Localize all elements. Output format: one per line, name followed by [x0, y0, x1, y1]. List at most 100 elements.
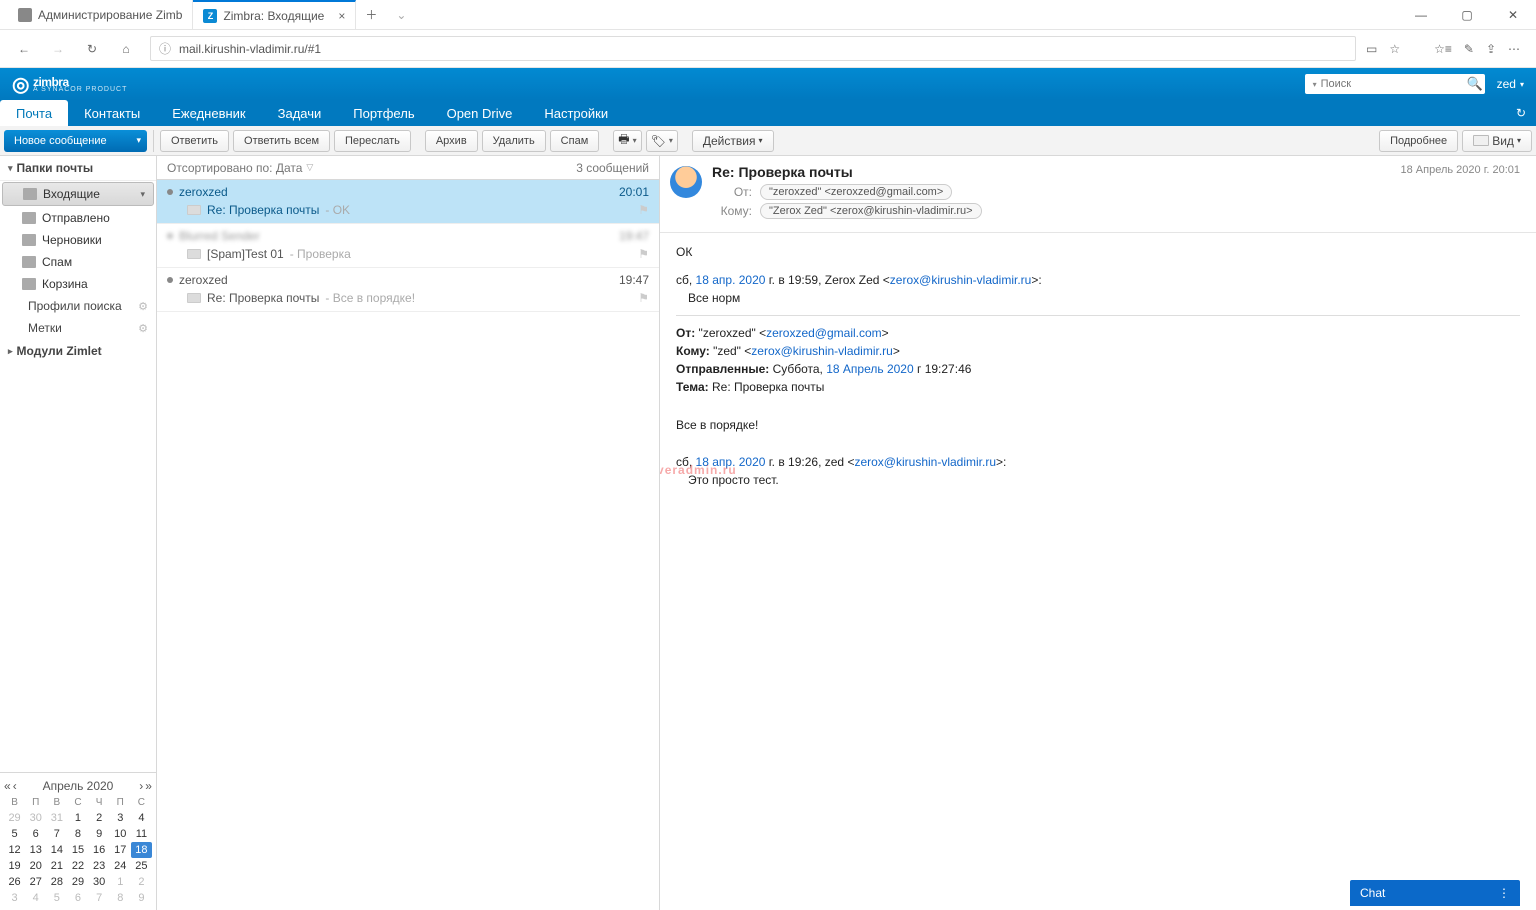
delete-button[interactable]: Удалить [482, 130, 546, 152]
tab-contacts[interactable]: Контакты [68, 100, 156, 126]
spam-button[interactable]: Спам [550, 130, 600, 152]
cal-day[interactable]: 4 [25, 890, 46, 906]
reply-button[interactable]: Ответить [160, 130, 229, 152]
message-item[interactable]: zeroxzed19:47Re: Проверка почты - Все в … [157, 268, 659, 312]
flag-icon[interactable]: ⚑ [638, 291, 649, 305]
folder-Черновики[interactable]: Черновики [0, 229, 156, 251]
share-icon[interactable]: ⇪ [1486, 42, 1496, 56]
search-input[interactable] [1321, 78, 1463, 90]
folder-Корзина[interactable]: Корзина [0, 273, 156, 295]
cal-day[interactable]: 26 [4, 874, 25, 890]
cal-day[interactable]: 8 [110, 890, 131, 906]
forward-button[interactable]: Переслать [334, 130, 411, 152]
actions-menu[interactable]: Действия ▾ [692, 130, 774, 152]
cal-day[interactable]: 10 [110, 826, 131, 842]
flag-icon[interactable]: ⚑ [638, 247, 649, 261]
notes-icon[interactable]: ✎ [1464, 42, 1474, 56]
browser-tab-zimbra[interactable]: Z Zimbra: Входящие × [193, 0, 356, 29]
cal-day[interactable]: 2 [131, 874, 152, 890]
cal-day[interactable]: 11 [131, 826, 152, 842]
cal-day[interactable]: 31 [46, 810, 67, 826]
cal-day[interactable]: 24 [110, 858, 131, 874]
cal-day[interactable]: 18 [131, 842, 152, 858]
zimlets-header[interactable]: ▸Модули Zimlet [0, 339, 156, 363]
cal-day[interactable]: 5 [4, 826, 25, 842]
app-refresh-icon[interactable]: ↻ [1506, 100, 1536, 126]
window-minimize[interactable]: — [1398, 0, 1444, 29]
folder-Спам[interactable]: Спам [0, 251, 156, 273]
cal-day[interactable]: 4 [131, 810, 152, 826]
cal-day[interactable]: 8 [67, 826, 88, 842]
folder-Входящие[interactable]: Входящие▾ [2, 182, 154, 206]
print-menu[interactable]: 🖶▾ [613, 130, 641, 152]
folders-header[interactable]: ▾Папки почты [0, 156, 156, 181]
nav-forward-icon[interactable]: → [48, 42, 68, 56]
cal-day[interactable]: 25 [131, 858, 152, 874]
cal-day[interactable]: 5 [46, 890, 67, 906]
search-profiles[interactable]: Профили поиска⚙ [0, 295, 156, 317]
cal-day[interactable]: 3 [4, 890, 25, 906]
tab-calendar[interactable]: Ежедневник [156, 100, 261, 126]
cal-day[interactable]: 7 [46, 826, 67, 842]
favorites-hub-icon[interactable]: ☆≡ [1434, 42, 1452, 56]
user-menu[interactable]: zed ▾ [1497, 77, 1524, 91]
nav-refresh-icon[interactable]: ↻ [82, 42, 102, 56]
cal-day[interactable]: 28 [46, 874, 67, 890]
tab-mail[interactable]: Почта [0, 100, 68, 126]
site-info-icon[interactable]: ⓘ [159, 40, 171, 57]
cal-day[interactable]: 29 [4, 810, 25, 826]
nav-home-icon[interactable]: ⌂ [116, 42, 136, 56]
to-pill[interactable]: "Zerox Zed" <zerox@kirushin-vladimir.ru> [760, 203, 982, 219]
cal-day[interactable]: 9 [89, 826, 110, 842]
tab-chevron-icon[interactable]: ⌄ [386, 0, 416, 29]
tag-menu[interactable]: 🏷▾ [646, 130, 678, 152]
details-button[interactable]: Подробнее [1379, 130, 1458, 152]
cal-day[interactable]: 3 [110, 810, 131, 826]
cal-day[interactable]: 21 [46, 858, 67, 874]
nav-back-icon[interactable]: ← [14, 42, 34, 56]
favorite-icon[interactable]: ☆ [1389, 42, 1400, 56]
window-close[interactable]: ✕ [1490, 0, 1536, 29]
cal-next-year[interactable]: » [145, 779, 152, 793]
from-pill[interactable]: "zeroxzed" <zeroxzed@gmail.com> [760, 184, 952, 200]
cal-day[interactable]: 1 [67, 810, 88, 826]
url-field[interactable]: ⓘ mail.kirushin-vladimir.ru/#1 [150, 36, 1356, 61]
chat-menu-icon[interactable]: ⋮ [1498, 886, 1510, 900]
cal-day[interactable]: 9 [131, 890, 152, 906]
cal-day[interactable]: 17 [110, 842, 131, 858]
window-maximize[interactable]: ▢ [1444, 0, 1490, 29]
cal-day[interactable]: 30 [25, 810, 46, 826]
reading-view-icon[interactable]: ▭ [1366, 42, 1377, 56]
cal-day[interactable]: 27 [25, 874, 46, 890]
browser-tab-admin[interactable]: Администрирование Zimb [8, 0, 193, 29]
tab-opendrive[interactable]: Open Drive [431, 100, 529, 126]
more-icon[interactable]: ⋯ [1508, 42, 1520, 56]
cal-day[interactable]: 15 [67, 842, 88, 858]
cal-day[interactable]: 1 [110, 874, 131, 890]
tab-tasks[interactable]: Задачи [262, 100, 338, 126]
search-box[interactable]: ▾ 🔍 [1305, 74, 1485, 94]
cal-day[interactable]: 29 [67, 874, 88, 890]
gear-icon[interactable]: ⚙ [138, 322, 148, 335]
archive-button[interactable]: Архив [425, 130, 478, 152]
chat-bar[interactable]: Chat ⋮ [1350, 880, 1520, 906]
cal-day[interactable]: 22 [67, 858, 88, 874]
folder-Отправлено[interactable]: Отправлено [0, 207, 156, 229]
cal-next-month[interactable]: › [139, 779, 143, 793]
cal-day[interactable]: 23 [89, 858, 110, 874]
cal-day[interactable]: 6 [25, 826, 46, 842]
message-item[interactable]: Blurred Sender19:47[Spam]Test 01 - Прове… [157, 224, 659, 268]
sort-menu[interactable]: Отсортировано по: Дата ▽ [167, 161, 313, 175]
search-icon[interactable]: 🔍 [1467, 76, 1483, 92]
message-item[interactable]: zeroxzed20:01Re: Проверка почты - OK⚑ [157, 180, 659, 224]
cal-day[interactable]: 13 [25, 842, 46, 858]
cal-day[interactable]: 14 [46, 842, 67, 858]
cal-prev-year[interactable]: « [4, 779, 11, 793]
cal-day[interactable]: 19 [4, 858, 25, 874]
cal-day[interactable]: 20 [25, 858, 46, 874]
gear-icon[interactable]: ⚙ [138, 300, 148, 313]
cal-day[interactable]: 2 [89, 810, 110, 826]
cal-day[interactable]: 30 [89, 874, 110, 890]
tab-briefcase[interactable]: Портфель [337, 100, 430, 126]
cal-day[interactable]: 12 [4, 842, 25, 858]
